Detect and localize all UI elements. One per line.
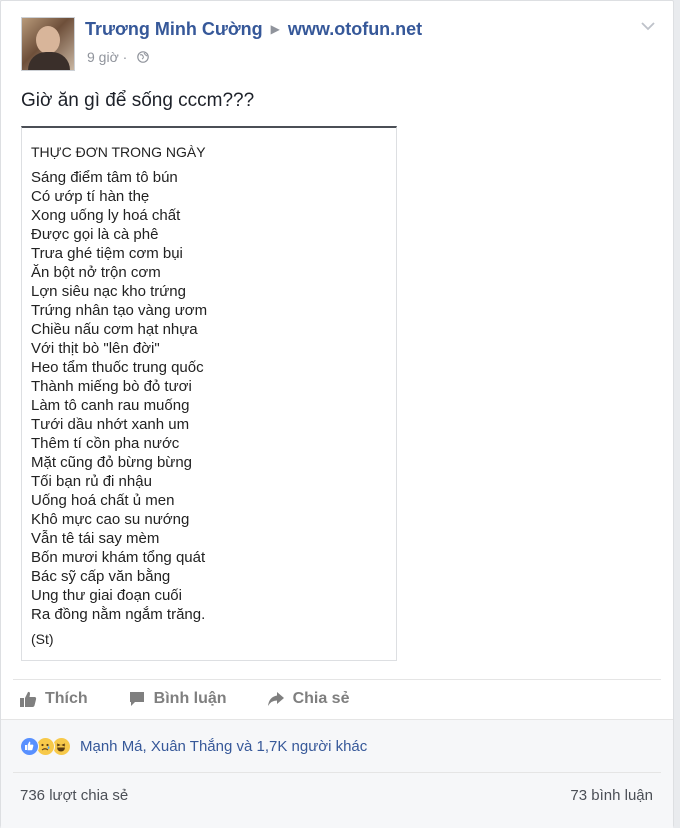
comment-icon: [129, 692, 144, 706]
share-count[interactable]: 736 lượt chia sẻ: [20, 787, 128, 804]
poem-line: Trưa ghé tiệm cơm bụi: [31, 245, 183, 262]
like-button[interactable]: Thích: [19, 690, 88, 708]
poem-line: Với thịt bò "lên đời": [31, 340, 160, 357]
share-arrow-icon: [267, 692, 284, 706]
poem-lines: Sáng điểm tâm tô bún Có ướp tí hàn thẹ X…: [31, 168, 207, 624]
stats-divider: [13, 772, 661, 773]
author-name-link[interactable]: Trương Minh Cường: [85, 19, 263, 39]
chevron-down-icon[interactable]: [639, 17, 657, 35]
poem-line: Sáng điểm tâm tô bún: [31, 169, 178, 186]
post-time-link[interactable]: 9 giờ: [87, 49, 119, 65]
target-page-link[interactable]: www.otofun.net: [288, 19, 422, 39]
poem-line: Có ướp tí hàn thẹ: [31, 188, 150, 205]
poem-line: Xong uống ly hoá chất: [31, 207, 181, 224]
poem-line: Uống hoá chất ủ men: [31, 492, 175, 509]
poem-line: Heo tẩm thuốc trung quốc: [31, 359, 204, 376]
share-label: Chia sẻ: [292, 690, 350, 707]
post-message: Giờ ăn gì để sống cccm???: [21, 90, 255, 111]
poem-line: Làm tô canh rau muống: [31, 397, 190, 414]
avatar-face: [36, 26, 60, 54]
post-card: Trương Minh Cường ▶ www.otofun.net 9 giờ ·…: [0, 0, 674, 828]
attached-image[interactable]: THỰC ĐƠN TRONG NGÀY Sáng điểm tâm tô bún…: [21, 126, 397, 661]
poem-line: Ra đồng nằm ngắm trăng.: [31, 606, 206, 623]
post-header: Trương Minh Cường ▶ www.otofun.net: [85, 19, 422, 40]
poem-line: Vẫn tê tái say mèm: [31, 530, 160, 547]
action-bar: Thích Bình luận Chia sẻ: [19, 687, 389, 711]
poem-line: Tưới dầu nhớt xanh um: [31, 416, 190, 433]
globe-icon: [137, 51, 150, 63]
poem-line: Bác sỹ cấp văn bằng: [31, 568, 171, 585]
reactions-summary[interactable]: Mạnh Má, Xuân Thắng và 1,7K người khác: [20, 737, 367, 756]
post-meta: 9 giờ ·: [87, 49, 150, 65]
poem-title: THỰC ĐƠN TRONG NGÀY: [31, 144, 206, 160]
thumbs-up-icon: [20, 691, 37, 707]
poem-line: Tối bạn rủ đi nhậu: [31, 473, 152, 490]
like-icon: [20, 737, 39, 756]
comment-button[interactable]: Bình luận: [128, 690, 227, 708]
share-button[interactable]: Chia sẻ: [267, 690, 350, 708]
poem-line: Lợn siêu nạc kho trứng: [31, 283, 186, 300]
avatar-shirt: [28, 52, 70, 70]
comment-count[interactable]: 73 bình luận: [570, 787, 653, 804]
play-arrow-icon: ▶: [270, 22, 280, 36]
poem-line: Mặt cũng đỏ bừng bừng: [31, 454, 193, 471]
poem-line: Thêm tí cồn pha nước: [31, 435, 180, 452]
like-label: Thích: [45, 690, 88, 707]
poem-line: Thành miếng bò đỏ tươi: [31, 378, 192, 395]
poem-credit: (St): [31, 631, 54, 647]
poem-line: Được gọi là cà phê: [31, 226, 159, 243]
reaction-names[interactable]: Mạnh Má, Xuân Thắng và 1,7K người khác: [80, 738, 367, 755]
poem-line: Trứng nhân tạo vàng ươm: [31, 302, 208, 319]
poem-line: Chiều nấu cơm hạt nhựa: [31, 321, 198, 338]
meta-separator: ·: [122, 49, 132, 65]
actions-divider: [13, 679, 661, 680]
poem-line: Bốn mươi khám tổng quát: [31, 549, 206, 566]
poem-line: Khô mực cao su nướng: [31, 511, 190, 528]
comment-label: Bình luận: [153, 690, 227, 707]
poem-line: Ăn bột nở trộn cơm: [31, 264, 161, 281]
poem-line: Ung thư giai đoạn cuối: [31, 587, 182, 604]
author-avatar[interactable]: [21, 17, 75, 71]
